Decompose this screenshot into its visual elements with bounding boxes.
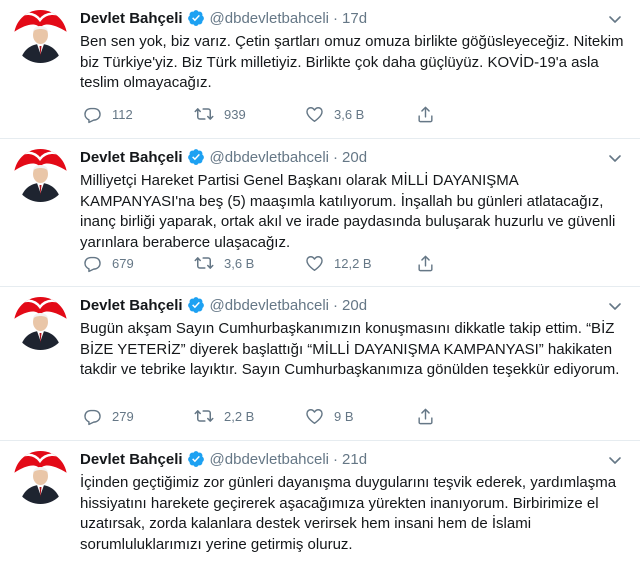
share-icon [416,105,435,124]
separator-dot: · [333,148,339,166]
tweet-header: Devlet Bahçeli @dbdevletbahceli · 21d [80,448,628,470]
reply-button[interactable]: 279 [83,407,194,426]
tweet[interactable]: Devlet Bahçeli @dbdevletbahceli · 20d Mi… [0,139,640,287]
retweet-button[interactable]: 3,6 B [194,253,305,273]
verified-badge-icon [187,148,205,166]
tweet-timestamp[interactable]: 21d [342,451,367,468]
tweet[interactable]: Devlet Bahçeli @dbdevletbahceli · 17d Be… [0,0,640,139]
tweet[interactable]: Devlet Bahçeli @dbdevletbahceli · 20d Bu… [0,287,640,441]
profile-photo-icon [14,149,67,202]
share-button[interactable] [416,105,436,124]
avatar[interactable] [14,10,67,63]
reply-count: 279 [112,408,134,424]
retweet-count: 3,6 B [224,255,255,271]
author-name[interactable]: Devlet Bahçeli [80,10,183,27]
retweet-icon [194,406,214,426]
author-handle[interactable]: @dbdevletbahceli [210,149,329,166]
author-handle[interactable]: @dbdevletbahceli [210,297,329,314]
tweet-header: Devlet Bahçeli @dbdevletbahceli · 20d [80,294,628,316]
author-name[interactable]: Devlet Bahçeli [80,297,183,314]
reply-count: 679 [112,255,134,271]
reply-count: 112 [112,106,133,122]
author-name[interactable]: Devlet Bahçeli [80,149,183,166]
reply-button[interactable]: 112 [83,105,194,124]
profile-photo-icon [14,10,67,63]
like-button[interactable]: 3,6 B [305,105,416,124]
retweet-button[interactable]: 2,2 B [194,406,305,426]
separator-dot: · [333,296,339,314]
tweet-header: Devlet Bahçeli @dbdevletbahceli · 20d [80,146,628,168]
reply-icon [83,105,102,124]
profile-photo-icon [14,451,67,504]
reply-icon [83,407,102,426]
retweet-icon [194,253,214,273]
like-count: 3,6 B [334,106,365,122]
chevron-down-icon[interactable] [606,451,624,469]
avatar[interactable] [14,451,67,504]
tweet-body: Devlet Bahçeli @dbdevletbahceli · 20d Mi… [80,146,628,253]
tweet-actions: 112 939 3,6 B [80,103,436,125]
like-count: 9 B [334,408,354,424]
share-button[interactable] [416,254,436,273]
like-count: 12,2 B [334,255,372,271]
tweet-body: Devlet Bahçeli @dbdevletbahceli · 21d İç… [80,448,628,555]
profile-photo-icon [14,297,67,350]
retweet-icon [194,104,214,124]
verified-badge-icon [187,450,205,468]
tweet-text: Bugün akşam Sayın Cumhurbaşkanımızın kon… [80,320,620,378]
reply-icon [83,254,102,273]
tweet-body: Devlet Bahçeli @dbdevletbahceli · 17d Be… [80,7,628,94]
avatar[interactable] [14,297,67,350]
avatar[interactable] [14,149,67,202]
tweet-body: Devlet Bahçeli @dbdevletbahceli · 20d Bu… [80,294,628,381]
reply-button[interactable]: 679 [83,254,194,273]
separator-dot: · [333,9,339,27]
heart-icon [305,254,324,273]
verified-badge-icon [187,296,205,314]
chevron-down-icon[interactable] [606,10,624,28]
heart-icon [305,105,324,124]
share-button[interactable] [416,407,436,426]
tweet-timestamp[interactable]: 20d [342,297,367,314]
separator-dot: · [333,450,339,468]
like-button[interactable]: 12,2 B [305,254,416,273]
tweet-text: Milliyetçi Hareket Partisi Genel Başkanı… [80,172,616,251]
retweet-count: 939 [224,106,246,122]
chevron-down-icon[interactable] [606,297,624,315]
tweet-timestamp[interactable]: 20d [342,149,367,166]
author-handle[interactable]: @dbdevletbahceli [210,10,329,27]
share-icon [416,254,435,273]
tweet-text: İçinden geçtiğimiz zor günleri dayanışma… [80,474,617,553]
tweet-header: Devlet Bahçeli @dbdevletbahceli · 17d [80,7,628,29]
tweet-timestamp[interactable]: 17d [342,10,367,27]
retweet-count: 2,2 B [224,408,255,424]
tweet-timeline: Devlet Bahçeli @dbdevletbahceli · 17d Be… [0,0,640,567]
share-icon [416,407,435,426]
author-name[interactable]: Devlet Bahçeli [80,451,183,468]
author-handle[interactable]: @dbdevletbahceli [210,451,329,468]
retweet-button[interactable]: 939 [194,104,305,124]
verified-badge-icon [187,9,205,27]
like-button[interactable]: 9 B [305,407,416,426]
tweet-actions: 279 2,2 B 9 B [80,405,436,427]
tweet[interactable]: Devlet Bahçeli @dbdevletbahceli · 21d İç… [0,441,640,567]
tweet-text: Ben sen yok, biz varız. Çetin şartları o… [80,33,624,91]
heart-icon [305,407,324,426]
tweet-actions: 679 3,6 B 12,2 B [80,252,436,274]
chevron-down-icon[interactable] [606,149,624,167]
